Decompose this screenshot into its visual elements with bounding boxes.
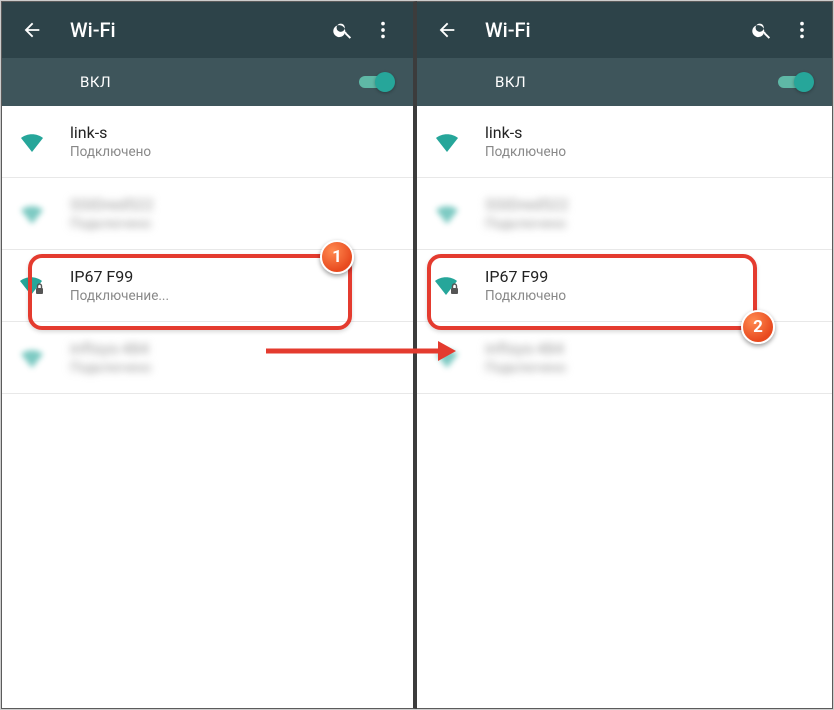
network-name: IP67 F99 [485, 267, 566, 286]
wifi-signal-lock-icon [433, 204, 461, 224]
step-badge-1: 1 [320, 240, 354, 274]
network-status: Подключено [70, 144, 151, 160]
wifi-master-toggle-row: ВКЛ [417, 58, 832, 106]
wifi-signal-icon [433, 348, 461, 368]
network-status: Подключение... [70, 288, 169, 304]
network-status: Подключено [485, 288, 566, 304]
back-button[interactable] [12, 10, 52, 50]
arrow-back-icon [21, 19, 43, 41]
network-name: inftsys-484 [485, 339, 566, 358]
wifi-network-row[interactable]: SSIDred522 Подключено [417, 178, 832, 250]
wifi-master-toggle-row: ВКЛ [2, 58, 413, 106]
search-icon [332, 19, 354, 41]
arrow-back-icon [436, 19, 458, 41]
network-name: IP67 F99 [70, 267, 169, 286]
wifi-signal-icon [433, 132, 461, 152]
back-button[interactable] [427, 10, 467, 50]
more-vert-icon [791, 19, 813, 41]
wifi-toggle-label: ВКЛ [495, 73, 778, 91]
search-button[interactable] [742, 10, 782, 50]
page-title: Wi-Fi [485, 18, 742, 42]
wifi-network-list: link-s Подключено SSIDred522 Подключено [417, 106, 832, 394]
wifi-network-row[interactable]: link-s Подключено [417, 106, 832, 178]
app-bar: Wi-Fi [2, 2, 413, 58]
wifi-signal-icon [18, 132, 46, 152]
more-button[interactable] [363, 10, 403, 50]
wifi-network-row[interactable]: link-s Подключено [2, 106, 413, 178]
wifi-network-row-highlighted[interactable]: IP67 F99 Подключено [417, 250, 832, 322]
network-status: Подключено [485, 360, 566, 376]
wifi-network-row[interactable]: inftsys-484 Подключено [2, 322, 413, 394]
wifi-signal-lock-icon [18, 204, 46, 224]
wifi-toggle-switch[interactable] [359, 72, 395, 92]
step-badge-2: 2 [741, 310, 775, 344]
phone-screen-2: Wi-Fi ВКЛ link-s Подключено [417, 1, 833, 709]
network-name: link-s [485, 123, 566, 142]
network-status: Подключено [485, 144, 566, 160]
wifi-signal-lock-icon [433, 275, 461, 297]
more-vert-icon [372, 19, 394, 41]
network-name: SSIDred522 [485, 195, 569, 214]
app-bar: Wi-Fi [417, 2, 832, 58]
wifi-toggle-switch[interactable] [778, 72, 814, 92]
wifi-toggle-label: ВКЛ [80, 73, 359, 91]
search-button[interactable] [323, 10, 363, 50]
page-title: Wi-Fi [70, 18, 323, 42]
network-name: inftsys-484 [70, 339, 151, 358]
network-status: Подключено [70, 360, 151, 376]
network-status: Подключено [485, 216, 569, 232]
network-status: Подключено [70, 216, 154, 232]
network-name: link-s [70, 123, 151, 142]
search-icon [751, 19, 773, 41]
network-name: SSIDred522 [70, 195, 154, 214]
wifi-signal-icon [18, 348, 46, 368]
wifi-signal-lock-icon [18, 275, 46, 297]
phone-screen-1: Wi-Fi ВКЛ link-s Подключено [1, 1, 417, 709]
wifi-network-row[interactable]: SSIDred522 Подключено [2, 178, 413, 250]
more-button[interactable] [782, 10, 822, 50]
